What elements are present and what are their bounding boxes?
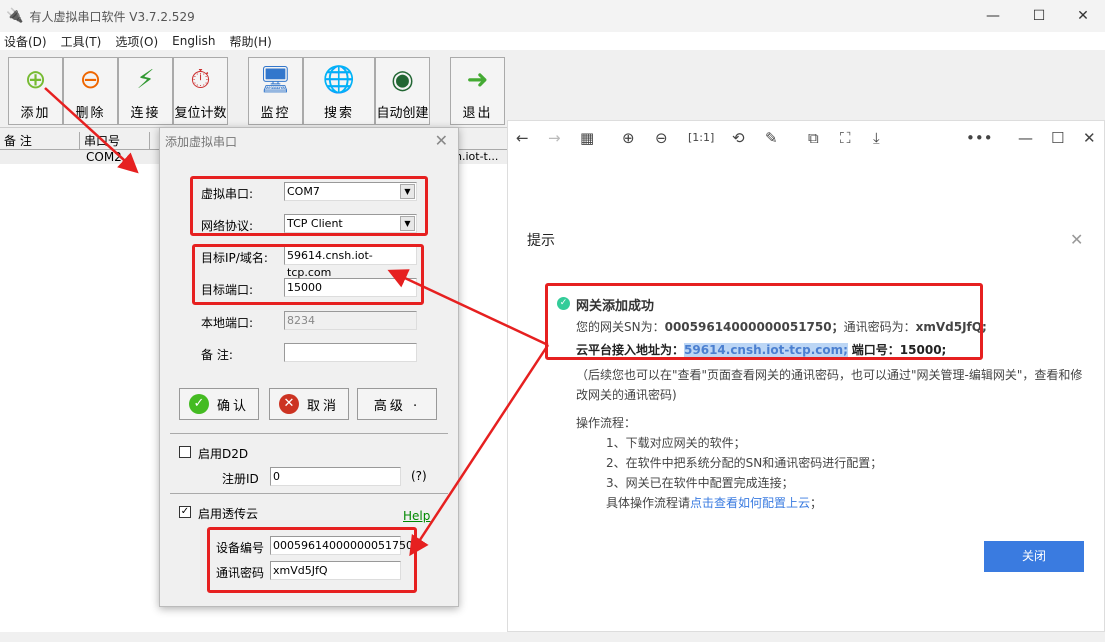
auto-create-button[interactable]: ◉ 自动创建: [375, 57, 430, 125]
step-3: 3、网关已在软件中配置完成连接；: [606, 476, 794, 490]
col-remark[interactable]: 备 注: [0, 132, 80, 149]
viewer-maximize-icon[interactable]: ☐: [1051, 129, 1064, 147]
col-port[interactable]: 串口号: [80, 132, 150, 149]
connect-icon: ⚡: [136, 65, 155, 95]
more-icon[interactable]: •••: [966, 129, 993, 147]
edit-icon[interactable]: ✎: [765, 129, 778, 147]
viewer-minimize-icon[interactable]: —: [1018, 129, 1033, 147]
config-guide-link[interactable]: 点击查看如何配置上云: [690, 496, 810, 510]
highlight-box: [192, 244, 424, 305]
flow-label: 操作流程：: [576, 416, 637, 430]
row-host: n.iot-t...: [455, 150, 499, 163]
monitor-icon: 🖥: [258, 65, 292, 95]
note-line-2: 改网关的通讯密码): [576, 388, 677, 402]
delete-button[interactable]: ⊖ 删除: [63, 57, 118, 125]
check-icon: ✓: [188, 394, 209, 414]
step-1: 1、下载对应网关的软件；: [606, 436, 746, 450]
add-port-dialog: 添加虚拟串口 ✕ 虚拟串口: COM7 ▼ 网络协议: TCP Client ▼ 目…: [159, 127, 459, 607]
menu-help[interactable]: 帮助(H): [229, 33, 271, 50]
cancel-button[interactable]: ✕ 取消: [269, 388, 349, 420]
confirm-button[interactable]: ✓ 确认: [179, 388, 259, 420]
translate-icon[interactable]: ⧉: [808, 129, 819, 147]
add-port-icon: ⊕: [24, 65, 47, 95]
ocr-icon[interactable]: ⛶: [840, 129, 851, 147]
remark-label: 备 注:: [201, 348, 233, 362]
d2d-label: 启用D2D: [198, 447, 249, 461]
toolbar: ⊕ 添加 ⊖ 删除 ⚡ 连接 ⏱ 复位计数 🖥 监控 🌐 搜索 ◉ 自动创建 ➜ 退出: [0, 52, 1105, 128]
d2d-checkbox[interactable]: [179, 446, 191, 458]
cloud-label: 启用透传云: [198, 507, 259, 521]
remark-input[interactable]: [284, 343, 417, 362]
back-icon[interactable]: ←: [516, 129, 529, 147]
row-port: COM2: [86, 150, 122, 164]
delete-port-icon: ⊖: [79, 65, 102, 95]
note-line-1: （后续您也可以在"查看"页面查看网关的通讯密码，也可以通过"网关管理-编辑网关"…: [576, 368, 1083, 382]
local-port-label: 本地端口:: [201, 316, 254, 330]
highlight-box: [545, 283, 983, 360]
tip-title: 提示: [527, 233, 555, 249]
dialog-close-icon[interactable]: ✕: [435, 131, 448, 150]
download-icon[interactable]: ⤓: [873, 129, 880, 147]
highlight-box: [207, 527, 417, 593]
radar-icon: ◉: [391, 65, 414, 95]
globe-icon: 🌐: [322, 65, 356, 95]
local-port-input: 8234: [284, 311, 417, 330]
zoom-in-icon[interactable]: ⊕: [622, 129, 635, 147]
advanced-button[interactable]: 高级 ·: [357, 388, 437, 420]
search-button[interactable]: 🌐 搜索: [303, 57, 375, 125]
add-button[interactable]: ⊕ 添加: [8, 57, 63, 125]
tip-close-icon[interactable]: ✕: [1070, 230, 1083, 249]
exit-door-icon: ➜: [466, 65, 489, 95]
highlight-box: [190, 176, 428, 236]
menu-tools[interactable]: 工具(T): [61, 33, 102, 50]
exit-button[interactable]: ➜ 退出: [450, 57, 505, 125]
menu-options[interactable]: 选项(O): [115, 33, 158, 50]
title-bar: 🔌 有人虚拟串口软件 V3.7.2.529 — ☐ ✕: [0, 0, 1105, 32]
close-button[interactable]: 关闭: [984, 541, 1084, 572]
menu-bar: 设备(D) 工具(T) 选项(O) English 帮助(H): [0, 32, 1105, 50]
menu-device[interactable]: 设备(D): [4, 33, 47, 50]
monitor-button[interactable]: 🖥 监控: [248, 57, 303, 125]
menu-english[interactable]: English: [172, 34, 215, 48]
window-title: 有人虚拟串口软件 V3.7.2.529: [29, 9, 195, 24]
viewer-close-icon[interactable]: ✕: [1083, 129, 1096, 147]
app-icon: 🔌: [6, 8, 24, 24]
x-icon: ✕: [278, 394, 299, 414]
reset-count-button[interactable]: ⏱ 复位计数: [173, 57, 228, 125]
reg-id-input[interactable]: 0: [270, 467, 401, 486]
reg-id-label: 注册ID: [222, 472, 259, 486]
connect-button[interactable]: ⚡ 连接: [118, 57, 173, 125]
close-button[interactable]: ✕: [1060, 0, 1105, 32]
zoom-out-icon[interactable]: ⊖: [655, 129, 668, 147]
actual-size-icon[interactable]: [1:1]: [688, 131, 714, 144]
tip-dialog: 提示 ✕ ✓ 网关添加成功 您的网关SN为：000596140000000517…: [510, 200, 1100, 590]
dialog-title: 添加虚拟串口: [165, 135, 238, 149]
minimize-button[interactable]: —: [970, 0, 1016, 32]
timer-icon: ⏱: [190, 64, 211, 95]
maximize-button[interactable]: ☐: [1016, 0, 1062, 32]
help-link[interactable]: Help: [403, 509, 430, 523]
rotate-icon[interactable]: ⟲: [732, 129, 745, 147]
cloud-checkbox[interactable]: ✓: [179, 506, 191, 518]
forward-icon[interactable]: →: [548, 129, 561, 147]
grid-icon[interactable]: ▦: [580, 129, 594, 147]
reg-help[interactable]: (?): [411, 469, 427, 483]
step-2: 2、在软件中把系统分配的SN和通讯密码进行配置；: [606, 456, 883, 470]
